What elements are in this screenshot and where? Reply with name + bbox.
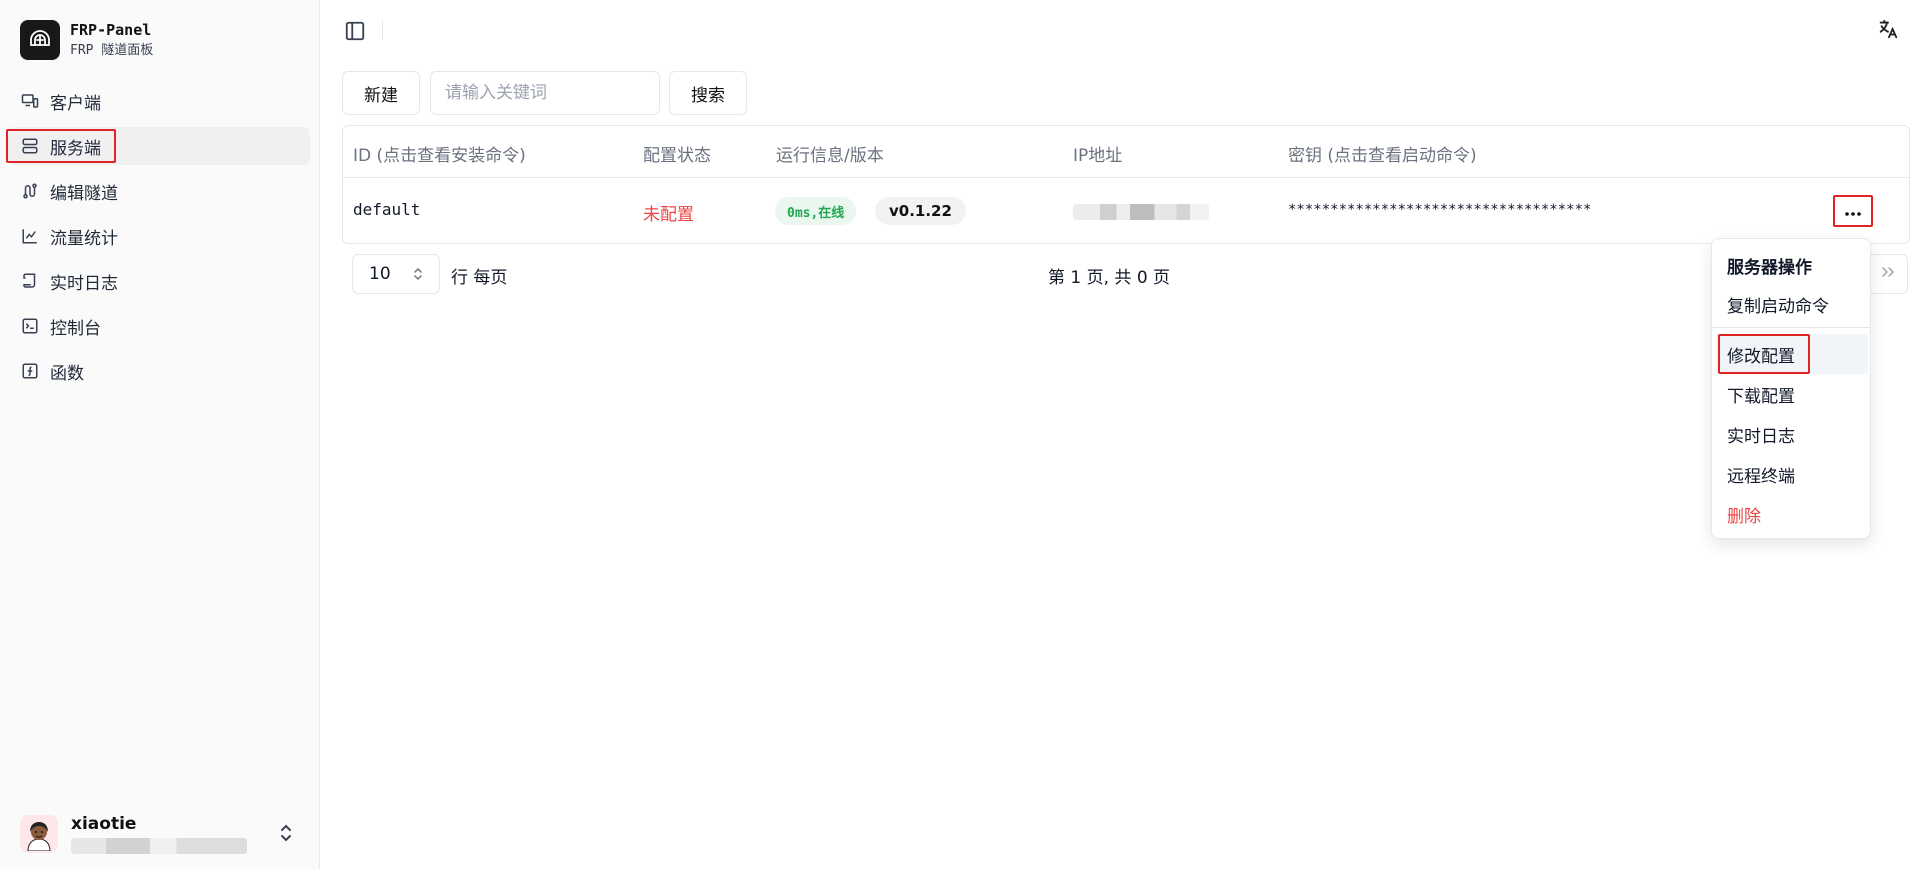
column-header-ip: IP地址 bbox=[1073, 146, 1123, 166]
servers-table: ID (点击查看安装命令) 配置状态 运行信息/版本 IP地址 密钥 (点击查看… bbox=[342, 125, 1910, 244]
sidebar-toggle-icon[interactable] bbox=[344, 20, 366, 42]
function-icon bbox=[20, 361, 40, 381]
user-email-blurred bbox=[71, 838, 247, 854]
highlight-box bbox=[1718, 334, 1810, 374]
search-button[interactable]: 搜索 bbox=[669, 71, 747, 115]
sidebar-item-functions[interactable]: 函数 bbox=[8, 352, 310, 390]
sidebar-item-label: 函数 bbox=[50, 363, 84, 384]
sidebar-item-clients[interactable]: 客户端 bbox=[8, 82, 310, 120]
server-id[interactable]: default bbox=[353, 200, 420, 219]
menu-item-realtime-logs[interactable]: 实时日志 bbox=[1716, 414, 1868, 454]
table-header: ID (点击查看安装命令) 配置状态 运行信息/版本 IP地址 密钥 (点击查看… bbox=[343, 126, 1909, 178]
chart-icon bbox=[20, 226, 40, 246]
sidebar-item-edit-tunnel[interactable]: 编辑隧道 bbox=[8, 172, 310, 210]
sidebar-item-console[interactable]: 控制台 bbox=[8, 307, 310, 345]
sidebar-item-traffic-stats[interactable]: 流量统计 bbox=[8, 217, 310, 255]
translate-icon[interactable] bbox=[1877, 18, 1901, 42]
sidebar-item-label: 编辑隧道 bbox=[50, 183, 118, 204]
user-name: xiaotie bbox=[71, 814, 137, 834]
more-actions-button[interactable] bbox=[1833, 195, 1873, 227]
more-horizontal-icon bbox=[1844, 202, 1862, 221]
brand-subtitle: FRP 隧道面板 bbox=[70, 42, 154, 58]
server-icon bbox=[20, 136, 40, 156]
column-header-secret[interactable]: 密钥 (点击查看启动命令) bbox=[1288, 141, 1477, 166]
search-input[interactable] bbox=[430, 71, 660, 115]
column-header-runtime: 运行信息/版本 bbox=[776, 146, 884, 166]
menu-item-download-config[interactable]: 下载配置 bbox=[1716, 374, 1868, 414]
sidebar-item-realtime-logs[interactable]: 实时日志 bbox=[8, 262, 310, 300]
menu-item-edit-config[interactable]: 修改配置 bbox=[1716, 334, 1868, 374]
terminal-icon bbox=[20, 316, 40, 336]
menu-item-copy-start-command[interactable]: 复制启动命令 bbox=[1716, 284, 1868, 324]
last-page-button[interactable] bbox=[1868, 254, 1908, 294]
page-info: 第 1 页, 共 0 页 bbox=[1048, 268, 1171, 288]
page-size-select[interactable]: 10 bbox=[352, 254, 440, 294]
topbar-separator bbox=[382, 20, 383, 40]
user-menu[interactable]: xiaotie bbox=[20, 812, 302, 856]
route-icon bbox=[20, 181, 40, 201]
status-badge: 0ms,在线 bbox=[775, 197, 857, 225]
new-button[interactable]: 新建 bbox=[342, 71, 420, 115]
sidebar: FRP-Panel FRP 隧道面板 客户端 服务端 编辑隧道 流量统计 实时日… bbox=[0, 0, 320, 869]
ip-address-blurred bbox=[1073, 204, 1209, 220]
avatar bbox=[20, 815, 58, 853]
sidebar-item-label: 服务端 bbox=[50, 138, 101, 159]
menu-item-delete[interactable]: 删除 bbox=[1716, 494, 1868, 534]
sidebar-item-label: 实时日志 bbox=[50, 273, 118, 294]
menu-title: 服务器操作 bbox=[1727, 258, 1812, 278]
chevrons-up-down-icon[interactable] bbox=[278, 822, 294, 848]
config-status: 未配置 bbox=[643, 205, 694, 225]
sidebar-nav: 客户端 服务端 编辑隧道 流量统计 实时日志 控制台 函数 bbox=[6, 82, 310, 397]
menu-item-remote-terminal[interactable]: 远程终端 bbox=[1716, 454, 1868, 494]
brand-title: FRP-Panel bbox=[70, 21, 152, 39]
rows-per-page-label: 行 每页 bbox=[451, 268, 508, 288]
secret-masked[interactable]: ************************************ bbox=[1288, 202, 1591, 218]
chevrons-right-icon bbox=[1880, 264, 1896, 284]
server-actions-menu: 服务器操作 复制启动命令 修改配置 下载配置 实时日志 远程终端 删除 bbox=[1711, 238, 1871, 539]
column-header-config-status: 配置状态 bbox=[643, 146, 711, 166]
menu-separator bbox=[1712, 327, 1870, 328]
brand[interactable]: FRP-Panel FRP 隧道面板 bbox=[20, 20, 153, 60]
sidebar-item-label: 流量统计 bbox=[50, 228, 118, 249]
sidebar-item-label: 控制台 bbox=[50, 318, 101, 339]
page-size-value: 10 bbox=[369, 264, 391, 284]
sidebar-item-servers[interactable]: 服务端 bbox=[6, 127, 310, 165]
frp-logo-icon bbox=[20, 20, 60, 60]
client-monitor-icon bbox=[20, 91, 40, 111]
version-badge: v0.1.22 bbox=[875, 197, 966, 225]
column-header-id[interactable]: ID (点击查看安装命令) bbox=[353, 141, 526, 166]
table-row: default 未配置 0ms,在线 v0.1.22 *************… bbox=[343, 178, 1909, 244]
chevrons-up-down-icon bbox=[413, 265, 423, 288]
scroll-icon bbox=[20, 271, 40, 291]
sidebar-item-label: 客户端 bbox=[50, 93, 101, 114]
